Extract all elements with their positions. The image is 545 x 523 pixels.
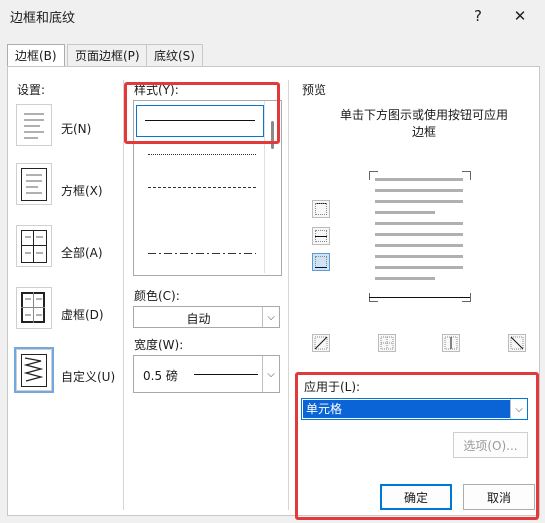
inside-vertical-border-icon[interactable] — [442, 334, 460, 352]
bottom-border-icon[interactable] — [312, 253, 330, 271]
tab-page-border[interactable]: 页面边框(P) — [67, 44, 148, 67]
setting-box-label[interactable]: 方框(X) — [61, 182, 103, 199]
help-button[interactable]: ? — [458, 0, 498, 32]
diagonal-up-border-icon[interactable] — [508, 334, 526, 352]
chevron-down-icon[interactable]: ⌵ — [262, 356, 279, 392]
top-border-icon[interactable] — [312, 200, 330, 218]
custom-border-icon[interactable] — [14, 347, 54, 393]
tab-borders[interactable]: 边框(B) — [7, 44, 65, 68]
divider-right — [288, 80, 289, 510]
color-value: 自动 — [186, 312, 211, 326]
box-border-icon[interactable] — [16, 163, 52, 205]
chevron-down-icon[interactable]: ⌵ — [262, 307, 279, 327]
width-value: 0.5 磅 — [143, 369, 178, 383]
settings-heading: 设置: — [17, 83, 46, 97]
grid-border-icon[interactable] — [16, 287, 52, 329]
style-highlight — [124, 82, 280, 144]
preview-instruction: 单击下方图示或使用按钮可应用边框 — [339, 108, 508, 139]
width-sample-line — [194, 374, 258, 375]
window-title: 边框和底纹 — [10, 11, 76, 26]
style-dash-dot[interactable] — [148, 253, 256, 254]
setting-all-label[interactable]: 全部(A) — [61, 244, 103, 261]
width-select[interactable]: 0.5 磅 ⌵ — [133, 355, 280, 393]
apply-highlight — [295, 372, 539, 520]
divider-left — [123, 80, 124, 510]
preview-bottom-border — [369, 297, 470, 298]
left-border-icon[interactable] — [378, 334, 396, 352]
setting-none-label[interactable]: 无(N) — [61, 120, 91, 137]
width-label: 宽度(W): — [134, 338, 184, 352]
style-dotted[interactable] — [148, 154, 256, 155]
none-border-icon[interactable] — [16, 104, 52, 146]
inside-horizontal-border-icon[interactable] — [312, 227, 330, 245]
tab-shading[interactable]: 底纹(S) — [146, 44, 203, 67]
setting-custom-label[interactable]: 自定义(U) — [61, 368, 115, 385]
close-button[interactable]: ✕ — [500, 0, 540, 32]
all-border-icon[interactable] — [16, 225, 52, 267]
color-label: 颜色(C): — [134, 289, 180, 303]
setting-grid-label[interactable]: 虚框(D) — [61, 306, 104, 323]
diagonal-down-border-icon[interactable] — [312, 334, 330, 352]
color-select[interactable]: 自动 ⌵ — [133, 306, 280, 328]
style-dash[interactable] — [148, 220, 256, 221]
preview-heading: 预览 — [302, 83, 327, 97]
style-small-dash[interactable] — [148, 187, 256, 188]
preview-box[interactable] — [355, 159, 484, 313]
